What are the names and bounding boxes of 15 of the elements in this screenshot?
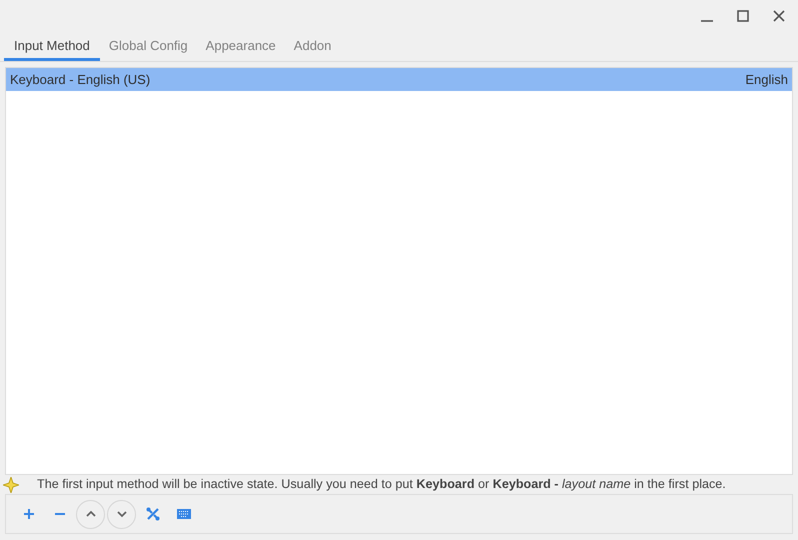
tab[interactable]: Global Config: [100, 31, 197, 61]
tab[interactable]: Addon: [284, 31, 340, 61]
down-button[interactable]: [107, 500, 136, 528]
language-label: English: [745, 70, 788, 89]
close-icon[interactable]: [772, 8, 786, 22]
hint-text: The first input method will be inactive state. Usually you need to put Keyboard or Keyboard - layout name in the first place.: [37, 476, 726, 494]
up-button[interactable]: [76, 500, 105, 528]
maximize-icon[interactable]: [736, 8, 750, 22]
tab[interactable]: Appearance: [196, 31, 285, 61]
add-icon: [22, 507, 36, 521]
tab[interactable]: Input Method: [4, 31, 100, 61]
list-row[interactable]: Keyboard - English (US) English: [6, 68, 792, 91]
input-method-name: Keyboard - English (US): [10, 70, 150, 89]
keyboard-icon: [176, 507, 190, 521]
sparkle-icon: [3, 476, 19, 492]
